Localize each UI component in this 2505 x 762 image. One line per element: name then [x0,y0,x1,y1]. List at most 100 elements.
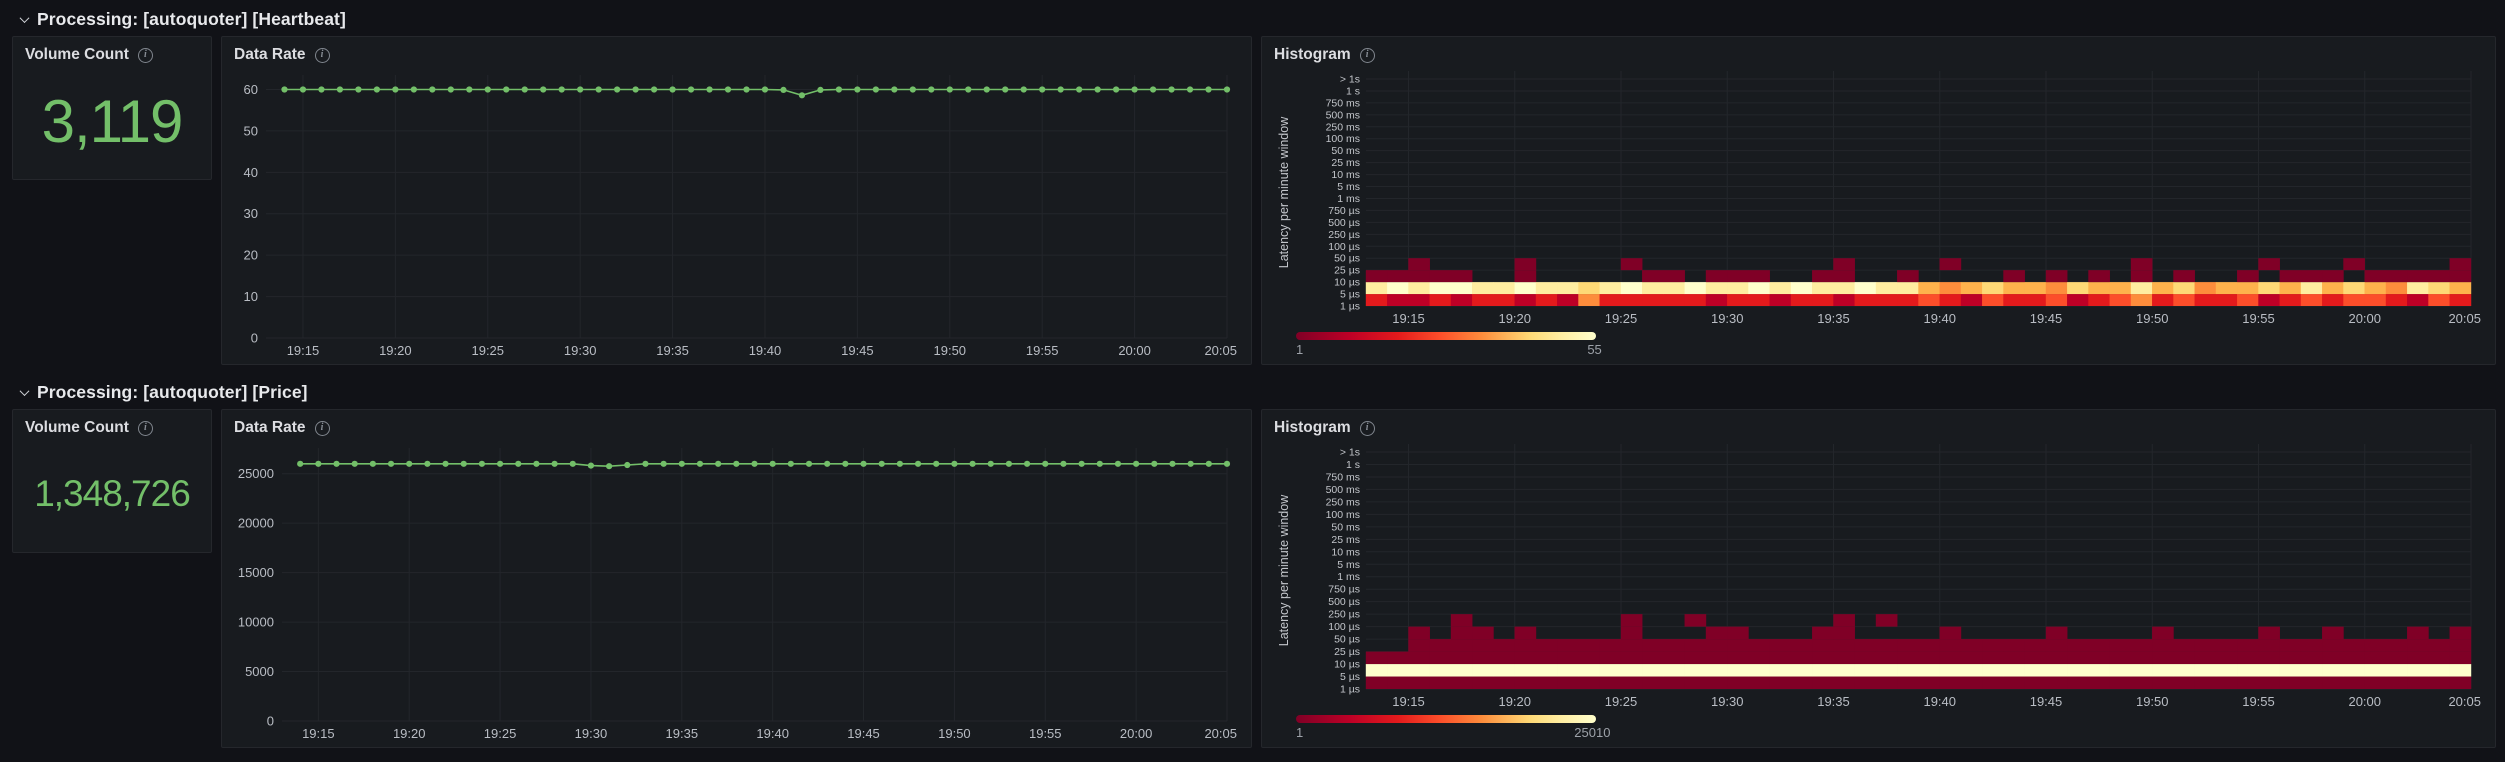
svg-text:19:15: 19:15 [1392,694,1425,709]
volume-count-value: 3,119 [41,87,184,155]
svg-text:19:55: 19:55 [2242,694,2275,709]
svg-text:100 µs: 100 µs [1328,621,1360,633]
svg-text:19:50: 19:50 [938,726,971,741]
svg-text:10 µs: 10 µs [1334,659,1360,671]
svg-text:30: 30 [244,206,258,221]
panel-title: Data Rate [234,419,306,436]
svg-text:19:25: 19:25 [471,343,504,358]
info-icon[interactable] [137,47,153,63]
svg-text:100 ms: 100 ms [1326,133,1360,145]
svg-text:19:45: 19:45 [841,343,874,358]
histogram-chart[interactable]: > 1s 1 s 750 ms 500 ms 250 ms 100 ms 50 ms 25 m… [1272,67,2485,328]
svg-text:25000: 25000 [238,466,274,481]
panel-title: Volume Count [25,419,129,436]
svg-text:19:55: 19:55 [2242,311,2275,326]
svg-text:500 µs: 500 µs [1328,217,1360,229]
legend-max-label: 25010 [1574,725,1611,740]
svg-text:40: 40 [244,165,258,180]
svg-text:50 µs: 50 µs [1334,634,1360,646]
legend-min-label: 1 [1296,342,1304,357]
data-rate-panel: Data Rate 0 10 20 30 40 50 60 19:15 19:20 19:25 19… [221,36,1252,365]
svg-text:10: 10 [244,289,258,304]
svg-text:19:20: 19:20 [1498,311,1531,326]
svg-text:19:35: 19:35 [666,726,699,741]
svg-text:25 ms: 25 ms [1331,157,1360,169]
svg-text:19:50: 19:50 [934,343,967,358]
svg-text:Latency per minute window: Latency per minute window [1277,494,1291,646]
svg-text:19:35: 19:35 [1817,311,1850,326]
chevron-down-icon [19,12,30,23]
svg-text:500 ms: 500 ms [1326,109,1360,121]
svg-text:750 ms: 750 ms [1326,97,1360,109]
legend-max-label: 55 [1587,342,1602,357]
volume-count-panel: Volume Count 3,119 [12,36,212,180]
svg-text:50 ms: 50 ms [1331,145,1360,157]
chevron-down-icon [19,385,30,396]
svg-text:20:05: 20:05 [1204,343,1237,358]
svg-text:25 µs: 25 µs [1334,646,1360,658]
svg-text:50: 50 [244,123,258,138]
svg-text:19:15: 19:15 [302,726,335,741]
svg-text:19:40: 19:40 [749,343,782,358]
svg-text:19:40: 19:40 [1923,694,1956,709]
svg-text:15000: 15000 [238,565,274,580]
svg-text:> 1s: > 1s [1340,447,1360,459]
svg-text:19:30: 19:30 [564,343,597,358]
row-title: Processing: [autoquoter] [Price] [37,381,308,402]
legend-min-label: 1 [1296,725,1304,740]
info-icon[interactable] [1359,420,1375,436]
svg-text:500 ms: 500 ms [1326,484,1360,496]
svg-text:19:20: 19:20 [1498,694,1531,709]
volume-count-panel: Volume Count 1,348,726 [12,409,212,553]
svg-text:19:50: 19:50 [2136,694,2169,709]
row-header-price[interactable]: Processing: [autoquoter] [Price] [12,377,2496,407]
svg-text:5 ms: 5 ms [1337,559,1360,571]
svg-text:100 ms: 100 ms [1326,509,1360,521]
panel-title: Volume Count [25,46,129,63]
svg-text:250 µs: 250 µs [1328,609,1360,621]
svg-text:19:55: 19:55 [1029,726,1062,741]
svg-text:5 µs: 5 µs [1340,289,1360,301]
svg-text:Latency per minute window: Latency per minute window [1277,116,1291,268]
svg-text:19:30: 19:30 [1711,311,1744,326]
heatmap-legend: 1 55 [1296,328,2485,360]
svg-text:1 s: 1 s [1346,85,1360,97]
svg-text:19:15: 19:15 [1392,311,1425,326]
data-rate-chart[interactable]: 0 10 20 30 40 50 60 19:15 19:20 19:25 19:30 19:35 19… [232,67,1241,360]
svg-text:20:05: 20:05 [2448,694,2481,709]
panel-title: Histogram [1274,419,1351,436]
histogram-panel: Histogram > 1s1 s750 ms500 ms250 ms100 m… [1261,36,2496,365]
svg-text:250 ms: 250 ms [1326,496,1360,508]
svg-text:1 ms: 1 ms [1337,193,1360,205]
svg-text:250 ms: 250 ms [1326,121,1360,133]
svg-text:19:45: 19:45 [2030,311,2063,326]
svg-text:10 ms: 10 ms [1331,546,1360,558]
svg-text:0: 0 [251,331,258,346]
svg-text:20000: 20000 [238,516,274,531]
histogram-panel: Histogram > 1s1 s750 ms500 ms250 ms100 m… [1261,409,2496,748]
svg-text:19:40: 19:40 [756,726,789,741]
svg-text:19:20: 19:20 [393,726,426,741]
svg-text:19:45: 19:45 [2030,694,2063,709]
panel-title: Histogram [1274,46,1351,63]
row-title: Processing: [autoquoter] [Heartbeat] [37,8,346,29]
svg-text:19:20: 19:20 [379,343,412,358]
info-icon[interactable] [1359,47,1375,63]
svg-text:19:35: 19:35 [1817,694,1850,709]
svg-text:20:00: 20:00 [2348,311,2381,326]
svg-text:250 µs: 250 µs [1328,229,1360,241]
info-icon[interactable] [314,47,330,63]
histogram-chart[interactable]: > 1s 1 s 750 ms 500 ms 250 ms 100 ms 50 ms 25 m… [1272,440,2485,711]
heatmap-legend-gradient [1296,715,1596,723]
info-icon[interactable] [314,420,330,436]
svg-text:20: 20 [244,248,258,263]
svg-text:1 µs: 1 µs [1340,684,1360,696]
svg-text:500 µs: 500 µs [1328,596,1360,608]
svg-text:19:30: 19:30 [1711,694,1744,709]
svg-text:25 ms: 25 ms [1331,534,1360,546]
data-rate-chart[interactable]: 0 5000 10000 15000 20000 25000 19:15 19:20 19:25… [232,440,1241,743]
svg-text:20:00: 20:00 [1118,343,1151,358]
row-header-heartbeat[interactable]: Processing: [autoquoter] [Heartbeat] [12,4,2496,34]
svg-text:19:55: 19:55 [1026,343,1059,358]
info-icon[interactable] [137,420,153,436]
